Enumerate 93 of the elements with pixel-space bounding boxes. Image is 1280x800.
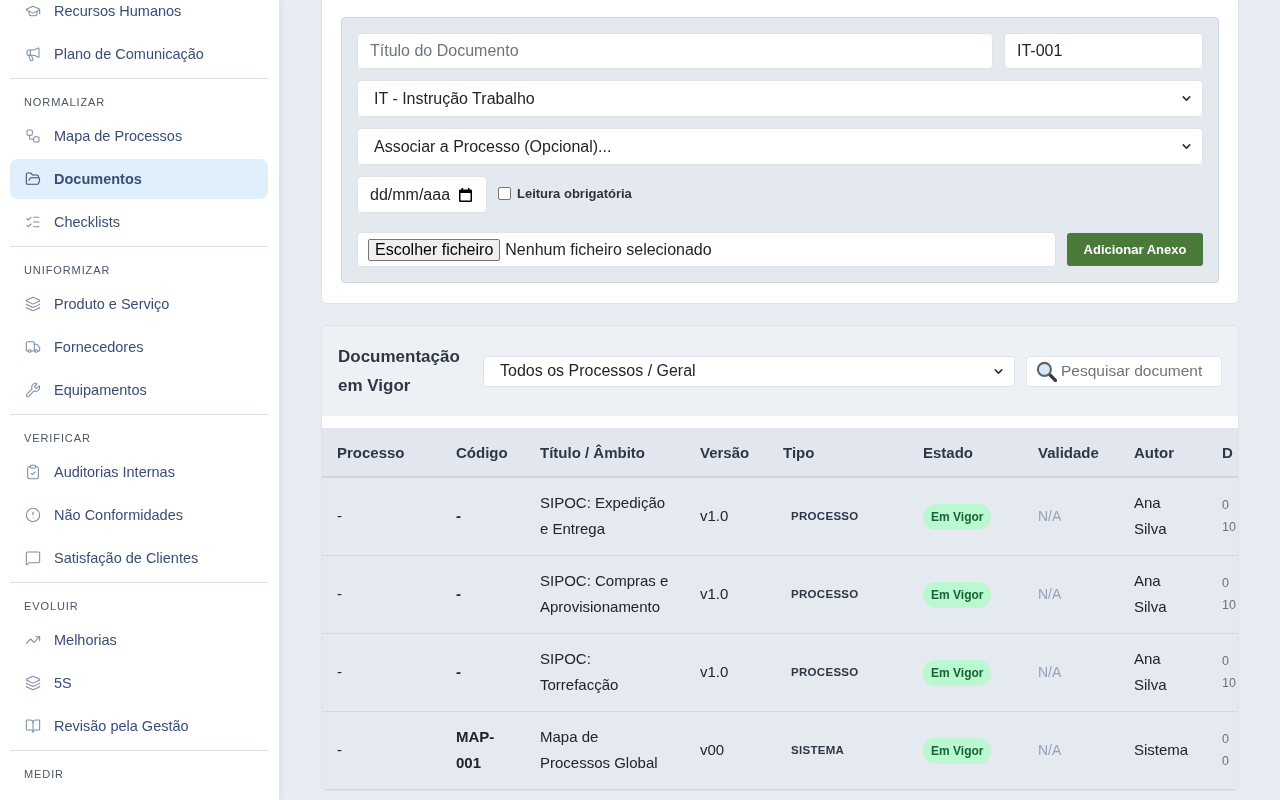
section-heading: MEDIR	[23, 767, 65, 782]
sidebar-item[interactable]: Melhorias	[10, 620, 268, 660]
table-cell: SIPOC: Expedição e Entrega	[525, 477, 685, 556]
sidebar-item[interactable]: Plano de Comunicação	[10, 34, 268, 74]
table-cell: SIPOC: Compras e Aprovisionamento	[525, 555, 685, 634]
sidebar-item[interactable]: Mapa de Processos	[10, 116, 268, 156]
speech-bubble-icon	[25, 550, 41, 566]
sidebar-item[interactable]: Checklists	[10, 202, 268, 242]
sidebar-item[interactable]: 5S	[10, 663, 268, 703]
column-header: Código	[441, 428, 525, 477]
section-heading: EVOLUIR	[23, 599, 80, 614]
title-input[interactable]: Título do Documento	[357, 33, 993, 69]
choose-file-button[interactable]: Escolher ficheiro	[368, 238, 501, 261]
table-cell: N/A	[1023, 477, 1119, 556]
section-heading: NORMALIZAR	[23, 95, 107, 110]
table-cell: N/A	[1023, 633, 1119, 712]
sidebar-item[interactable]: Não Conformidades	[10, 495, 268, 535]
table-cell: -	[322, 711, 441, 790]
status-badge: Em Vigor	[923, 659, 992, 686]
open-book-icon	[25, 718, 41, 734]
table-cell: v1.0	[685, 633, 768, 712]
section-heading: VERIFICAR	[23, 431, 92, 446]
table-cell: v1.0	[685, 555, 768, 634]
column-header: Autor	[1119, 428, 1207, 477]
status-badge: Em Vigor	[923, 503, 992, 530]
checkbox[interactable]	[498, 187, 511, 200]
column-header: Tipo	[768, 428, 908, 477]
layers-icon	[25, 675, 41, 691]
table-cell: -	[322, 633, 441, 712]
folder-icon	[25, 171, 41, 187]
sidebar-item[interactable]: Satisfação de Clientes	[10, 538, 268, 578]
sidebar-item[interactable]: Equipamentos	[10, 370, 268, 410]
table-cell: -	[441, 555, 525, 634]
table-cell: v1.0	[685, 477, 768, 556]
table-cell: Mapa de Processos Global	[525, 711, 685, 790]
exclamation-circle-icon	[25, 507, 41, 523]
table-cell: SIPOC: Torrefacção	[525, 633, 685, 712]
table-cell: Sistema	[1119, 711, 1207, 790]
sidebar-item[interactable]: Fornecedores	[10, 327, 268, 367]
truck-icon	[25, 339, 41, 355]
status-badge: Em Vigor	[923, 737, 992, 764]
column-header: Título / Âmbito	[525, 428, 685, 477]
sidebar-item[interactable]: Revisão pela Gestão	[10, 706, 268, 746]
table-cell: PROCESSO	[768, 633, 908, 712]
file-input-field[interactable]: Escolher ficheiro Nenhum ficheiro selecionado	[357, 232, 1056, 267]
wrench-icon	[25, 382, 41, 398]
code-input[interactable]: IT-001	[1004, 33, 1203, 69]
search-field[interactable]: Pesquisar document	[1026, 355, 1222, 387]
table-cell: -	[441, 477, 525, 556]
column-header: Estado	[908, 428, 1023, 477]
sidebar-item[interactable]: Documentos	[10, 159, 268, 199]
table-cell: N/A	[1023, 555, 1119, 634]
add-attachment-button[interactable]: Adicionar Anexo	[1067, 233, 1203, 266]
column-header: Validade	[1023, 428, 1119, 477]
table-cell: N/A	[1023, 711, 1119, 790]
sidebar-item[interactable]: Produto e Serviço	[10, 284, 268, 324]
table-cell: PROCESSO	[768, 477, 908, 556]
table-cell: v00	[685, 711, 768, 790]
table-cell: -	[322, 555, 441, 634]
type-select[interactable]: IT - Instrução Trabalho	[357, 80, 1203, 117]
section-heading: UNIFORMIZAR	[23, 263, 112, 278]
table-cell: Ana Silva	[1119, 633, 1207, 712]
panel-title: Documentação em Vigor	[338, 346, 461, 397]
table-cell: 0 10	[1207, 555, 1238, 634]
layers-icon	[25, 296, 41, 312]
table-cell: 0 0	[1207, 711, 1238, 790]
date-input[interactable]: dd/mm/aaa	[357, 176, 487, 213]
checkbox-label: Leitura obrigatória	[517, 186, 632, 201]
table-cell: MAP-001	[441, 711, 525, 790]
sidebar-item[interactable]: Auditorias Internas	[10, 452, 268, 492]
table-cell: PROCESSO	[768, 555, 908, 634]
search-icon	[1036, 360, 1057, 382]
column-header: D	[1207, 428, 1238, 477]
sidebar-item[interactable]: Recursos Humanos	[10, 0, 268, 31]
table-cell: 0 10	[1207, 477, 1238, 556]
clipboard-check-icon	[25, 464, 41, 480]
column-header: Processo	[322, 428, 441, 477]
connected-squares-icon	[25, 128, 41, 144]
file-status-text: Nenhum ficheiro selecionado	[505, 240, 712, 259]
table-cell: Ana Silva	[1119, 555, 1207, 634]
megaphone-icon	[25, 46, 41, 62]
process-select[interactable]: Associar a Processo (Opcional)...	[357, 128, 1203, 165]
process-filter-select[interactable]: Todos os Processos / Geral	[483, 355, 1015, 387]
status-badge: Em Vigor	[923, 581, 992, 608]
graduation-cap-icon	[25, 3, 41, 19]
table-cell: Ana Silva	[1119, 477, 1207, 556]
column-header: Versão	[685, 428, 768, 477]
table-cell: 0 10	[1207, 633, 1238, 712]
table-cell: SISTEMA	[768, 711, 908, 790]
calendar-icon[interactable]	[459, 188, 472, 202]
table-cell: -	[441, 633, 525, 712]
table-cell: -	[322, 477, 441, 556]
checklist-icon	[25, 214, 41, 230]
